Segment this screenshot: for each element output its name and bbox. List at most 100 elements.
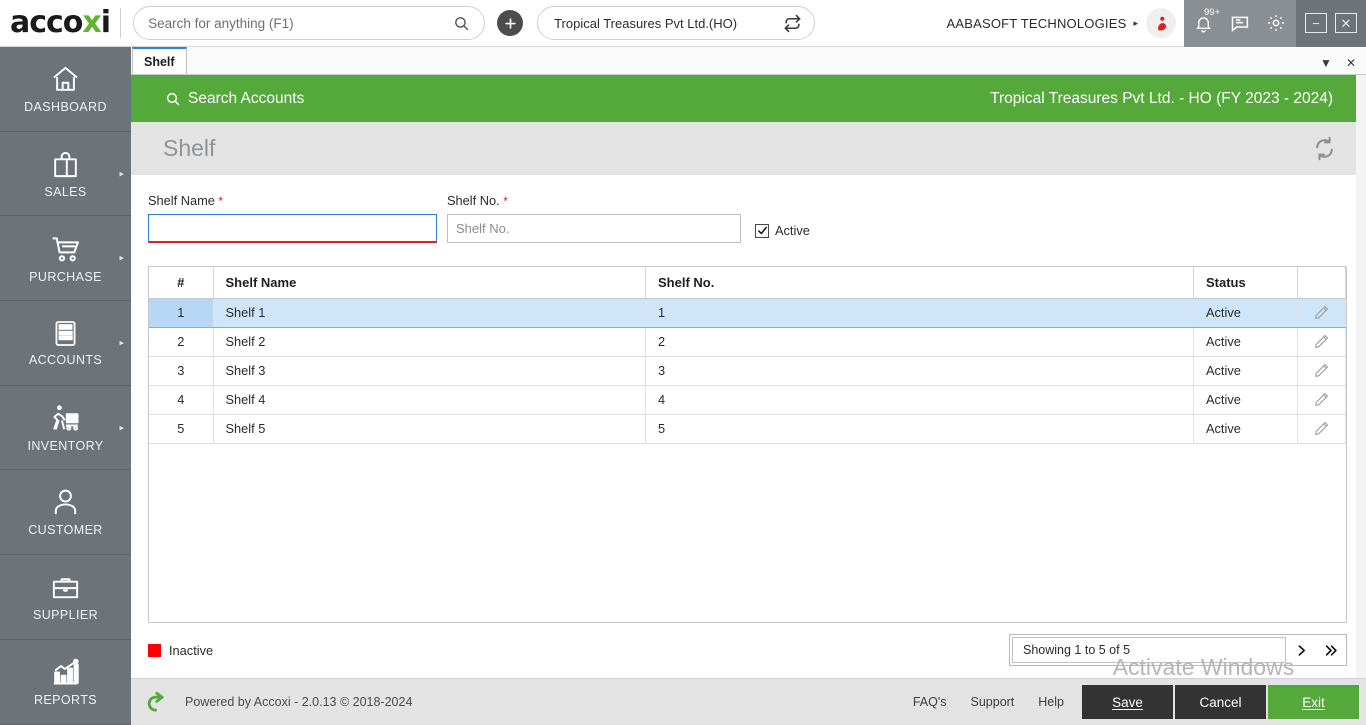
powered-by-text: Powered by Accoxi - 2.0.13 © 2018-2024 [185,695,412,709]
pencil-icon[interactable] [1313,333,1330,350]
sidebar-item-supplier[interactable]: SUPPLIER [0,555,131,640]
branch-name: Tropical Treasures Pvt Ltd.(HO) [554,16,737,31]
pencil-icon[interactable] [1313,362,1330,379]
save-button[interactable]: Save [1082,685,1173,719]
next-page-button[interactable] [1288,637,1315,663]
cell-shelf-no: 3 [646,356,1194,385]
content-right-edge [1356,75,1366,678]
briefcase-icon [50,572,81,603]
column-header-shelf-name[interactable]: Shelf Name [213,267,646,298]
chevron-down-icon[interactable]: ▼ [1320,57,1332,69]
search-accounts-button[interactable]: Search Accounts [165,90,304,108]
sidebar-item-label: INVENTORY [27,439,103,453]
branch-selector[interactable]: Tropical Treasures Pvt Ltd.(HO) [537,6,815,40]
cancel-button[interactable]: Cancel [1175,685,1266,719]
pencil-icon[interactable] [1313,304,1330,321]
tab-strip: Shelf ▼ ✕ [131,47,1366,75]
checkbox-box[interactable] [755,224,769,238]
cell-shelf-no: 4 [646,385,1194,414]
table-row[interactable]: 1 Shelf 1 1 Active [149,298,1346,327]
shelf-name-field: Shelf Name * [148,193,437,243]
close-icon[interactable]: ✕ [1346,57,1356,69]
cell-shelf-name: Shelf 2 [213,327,646,356]
logo-text-part1: acco [10,8,82,38]
sidebar-item-label: REPORTS [34,693,97,707]
column-header-status[interactable]: Status [1194,267,1298,298]
chevron-right-icon[interactable]: ▸ [119,253,124,264]
person-icon [50,487,81,518]
close-window-button[interactable]: ✕ [1335,13,1357,33]
logo-divider [120,8,121,38]
chevron-right-icon[interactable]: ▸ [1133,18,1138,29]
minimize-button[interactable]: − [1305,13,1327,33]
table-row[interactable]: 4 Shelf 4 4 Active [149,385,1346,414]
cancel-button-label: Cancel [1199,695,1241,710]
notification-badge: 99+ [1204,7,1220,18]
pagination-status: Showing 1 to 5 of 5 [1012,637,1286,663]
column-header-index[interactable]: # [149,267,213,298]
top-bar: accoxi Tropical Treasures Pvt Ltd.(HO) [0,0,1366,47]
tab-shelf[interactable]: Shelf [132,47,187,74]
support-link[interactable]: Support [971,695,1015,709]
pencil-icon[interactable] [1313,420,1330,437]
table-row[interactable]: 2 Shelf 2 2 Active [149,327,1346,356]
chevron-right-icon[interactable]: ▸ [119,337,124,348]
faqs-link[interactable]: FAQ's [913,695,947,709]
organization-name: AABASOFT TECHNOLOGIES [946,16,1126,31]
gear-icon[interactable] [1266,13,1286,33]
cell-shelf-name: Shelf 4 [213,385,646,414]
exit-button-label: Exit [1302,695,1325,710]
sidebar-item-label: SUPPLIER [33,608,98,622]
shelf-name-input[interactable] [148,214,437,243]
sidebar-item-customer[interactable]: CUSTOMER [0,470,131,555]
sidebar-item-accounts[interactable]: ACCOUNTS ▸ [0,301,131,386]
cell-index: 1 [149,298,213,327]
add-new-button[interactable] [497,10,523,36]
bell-icon[interactable]: 99+ [1194,14,1213,33]
user-avatar-icon[interactable] [1146,8,1176,38]
table-row[interactable]: 3 Shelf 3 3 Active [149,356,1346,385]
tab-label: Shelf [144,55,175,69]
message-icon[interactable] [1229,13,1250,34]
accoxi-logo[interactable]: accoxi [10,8,110,38]
sidebar-item-purchase[interactable]: PURCHASE ▸ [0,216,131,301]
search-icon [165,91,181,107]
cell-actions [1298,385,1346,414]
column-header-shelf-no[interactable]: Shelf No. [646,267,1194,298]
global-search[interactable] [133,6,485,40]
refresh-icon[interactable] [1311,135,1338,162]
sidebar-item-sales[interactable]: SALES ▸ [0,132,131,217]
legend-color-swatch [148,644,161,657]
chevron-right-icon[interactable]: ▸ [119,422,124,433]
pagination-control: Showing 1 to 5 of 5 [1009,634,1347,666]
table-body: 1 Shelf 1 1 Active [149,298,1346,443]
switch-branch-icon[interactable] [783,14,802,33]
shelf-no-input[interactable] [447,214,741,243]
sidebar-item-reports[interactable]: REPORTS [0,640,131,725]
pencil-icon[interactable] [1313,391,1330,408]
table-row[interactable]: 5 Shelf 5 5 Active [149,414,1346,443]
shelf-name-label-text: Shelf Name [148,193,215,208]
home-icon [50,64,81,95]
last-page-button[interactable] [1317,637,1344,663]
exit-button[interactable]: Exit [1268,685,1359,719]
search-icon [453,15,470,32]
shelf-table: # Shelf Name Shelf No. Status 1 Shelf 1 … [149,267,1346,444]
sidebar-item-inventory[interactable]: INVENTORY ▸ [0,386,131,471]
footer-actions: FAQ's Support Help Save Cancel Exit [913,679,1366,725]
search-input[interactable] [148,16,453,31]
sidebar-item-dashboard[interactable]: DASHBOARD [0,47,131,132]
active-checkbox[interactable]: Active [755,223,810,238]
system-icons: 99+ [1184,0,1296,47]
shelf-no-field: Shelf No. * [447,193,741,243]
cell-actions [1298,414,1346,443]
sidebar-item-label: PURCHASE [29,270,102,284]
inventory-trolley-icon [49,403,82,434]
chevron-right-icon[interactable]: ▸ [119,168,124,179]
help-link[interactable]: Help [1038,695,1064,709]
logo-accent-x: x [82,8,100,38]
cell-status: Active [1194,356,1298,385]
form-and-table-area: Shelf Name * Shelf No. * [131,175,1366,725]
sidebar-item-label: ACCOUNTS [29,353,102,367]
search-accounts-label: Search Accounts [188,90,304,108]
